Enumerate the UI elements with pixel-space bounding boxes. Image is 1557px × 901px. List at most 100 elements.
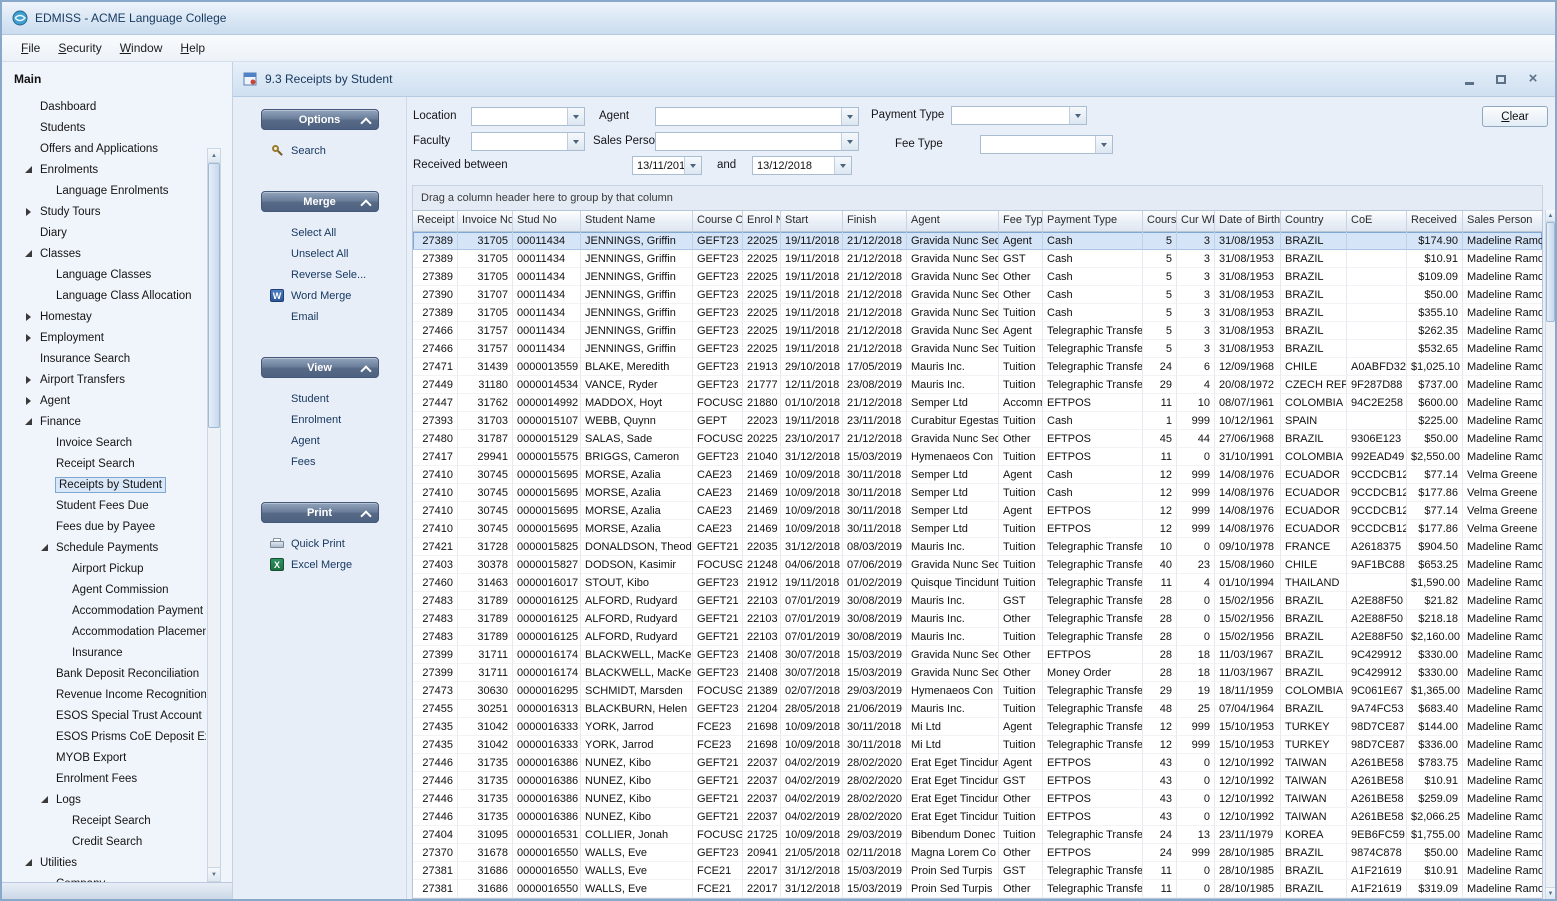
table-row[interactable]: 27473306300000016295SCHMIDT, MarsdenFOCU…: [413, 682, 1542, 700]
sales-person-dropdown-button[interactable]: [841, 133, 858, 150]
sidebar-item-insurance[interactable]: Insurance: [2, 642, 206, 663]
group-header-print[interactable]: Print: [261, 502, 379, 523]
sidebar-item-students[interactable]: Students: [2, 117, 206, 138]
agent-dropdown-button[interactable]: [841, 108, 858, 125]
table-row[interactable]: 27449311800000014534VANCE, RyderGEFT2321…: [413, 376, 1542, 394]
sidebar-item-myob-export[interactable]: MYOB Export: [2, 747, 206, 768]
sidebar-item-invoice-search[interactable]: Invoice Search: [2, 432, 206, 453]
table-row[interactable]: 27483317890000016125ALFORD, RudyardGEFT2…: [413, 628, 1542, 646]
panel-item-search[interactable]: Search: [233, 140, 406, 161]
table-row[interactable]: 27483317890000016125ALFORD, RudyardGEFT2…: [413, 610, 1542, 628]
scroll-thumb[interactable]: [208, 163, 220, 428]
sidebar-item-language-class-allocation[interactable]: Language Class Allocation: [2, 285, 206, 306]
sidebar-item-finance[interactable]: Finance: [2, 411, 206, 432]
grid-scrollbar[interactable]: ▲ ▼: [1545, 210, 1555, 899]
table-row[interactable]: 27410307450000015695MORSE, AzaliaCAE2321…: [413, 466, 1542, 484]
sidebar-item-schedule-payments[interactable]: Schedule Payments: [2, 537, 206, 558]
table-row[interactable]: 27471314390000013559BLAKE, MeredithGEFT2…: [413, 358, 1542, 376]
faculty-dropdown-button[interactable]: [567, 133, 584, 150]
sidebar-item-homestay[interactable]: Homestay: [2, 306, 206, 327]
panel-item-reverse-sele[interactable]: Reverse Sele...: [233, 264, 406, 285]
panel-item-student[interactable]: Student: [233, 388, 406, 409]
date-to-field[interactable]: 13/12/2018: [752, 156, 852, 175]
sidebar-item-student-fees-due[interactable]: Student Fees Due: [2, 495, 206, 516]
table-row[interactable]: 27480317870000015129SALAS, SadeFOCUSGEN2…: [413, 430, 1542, 448]
agent-select[interactable]: [655, 107, 859, 126]
clear-button[interactable]: Clear: [1482, 106, 1548, 127]
column-header-sales-person[interactable]: Sales Person: [1463, 211, 1543, 231]
table-row[interactable]: 27460314630000016017STOUT, KiboGEFT23219…: [413, 574, 1542, 592]
payment-type-dropdown-button[interactable]: [1069, 107, 1086, 124]
date-from-field[interactable]: 13/11/2018: [632, 156, 702, 175]
sidebar-item-accommodation-placement[interactable]: Accommodation Placement: [2, 621, 206, 642]
sidebar-item-study-tours[interactable]: Study Tours: [2, 201, 206, 222]
table-row[interactable]: 27446317350000016386NUNEZ, KiboGEFT21220…: [413, 772, 1542, 790]
panel-item-select-all[interactable]: Select All: [233, 222, 406, 243]
scroll-down-button[interactable]: ▼: [1546, 887, 1555, 899]
menu-item-window[interactable]: Window: [111, 38, 172, 58]
table-row[interactable]: 27410307450000015695MORSE, AzaliaCAE2321…: [413, 520, 1542, 538]
table-row[interactable]: 27417299410000015575BRIGGS, CameronGEFT2…: [413, 448, 1542, 466]
date-from-dropdown-button[interactable]: [684, 157, 701, 174]
panel-item-enrolment[interactable]: Enrolment: [233, 409, 406, 430]
expand-arrow-icon[interactable]: [22, 394, 36, 407]
sidebar-item-enrolments[interactable]: Enrolments: [2, 159, 206, 180]
table-row[interactable]: 273893170500011434JENNINGS, GriffinGEFT2…: [413, 268, 1542, 286]
minimize-button[interactable]: [1459, 71, 1479, 87]
column-header-fee-type[interactable]: Fee Type: [999, 211, 1043, 231]
table-row[interactable]: 27381316860000016550WALLS, EveFCE2122017…: [413, 880, 1542, 898]
sidebar-item-accommodation-payment[interactable]: Accommodation Payment: [2, 600, 206, 621]
column-header-agent[interactable]: Agent: [907, 211, 999, 231]
sidebar-item-language-classes[interactable]: Language Classes: [2, 264, 206, 285]
restore-button[interactable]: [1491, 71, 1511, 87]
faculty-select[interactable]: [471, 132, 585, 151]
table-row[interactable]: 27399317110000016174BLACKWELL, MacKenzie…: [413, 646, 1542, 664]
sidebar-item-airport-transfers[interactable]: Airport Transfers: [2, 369, 206, 390]
table-row[interactable]: 274663175700011434JENNINGS, GriffinGEFT2…: [413, 340, 1542, 358]
group-header-merge[interactable]: Merge: [261, 191, 379, 212]
sidebar-item-receipt-search[interactable]: Receipt Search: [2, 810, 206, 831]
sidebar-item-employment[interactable]: Employment: [2, 327, 206, 348]
column-header-start[interactable]: Start: [781, 211, 843, 231]
sidebar-item-enrolment-fees[interactable]: Enrolment Fees: [2, 768, 206, 789]
sidebar-item-diary[interactable]: Diary: [2, 222, 206, 243]
group-by-bar[interactable]: Drag a column header here to group by th…: [412, 185, 1543, 210]
table-row[interactable]: 273893170500011434JENNINGS, GriffinGEFT2…: [413, 232, 1542, 250]
panel-item-unselect-all[interactable]: Unselect All: [233, 243, 406, 264]
table-row[interactable]: 27421317280000015825DONALDSON, TheodoreG…: [413, 538, 1542, 556]
sidebar-item-fees-due-by-payee[interactable]: Fees due by Payee: [2, 516, 206, 537]
table-row[interactable]: 27435310420000016333YORK, JarrodFCE23216…: [413, 736, 1542, 754]
panel-item-excel-merge[interactable]: XExcel Merge: [233, 554, 406, 575]
sidebar-item-agent-commission[interactable]: Agent Commission: [2, 579, 206, 600]
collapse-arrow-icon[interactable]: [38, 541, 52, 554]
table-row[interactable]: 27381316860000016550WALLS, EveFCE2122017…: [413, 862, 1542, 880]
sidebar-item-language-enrolments[interactable]: Language Enrolments: [2, 180, 206, 201]
collapse-arrow-icon[interactable]: [22, 247, 36, 260]
table-row[interactable]: 27393317030000015107WEBB, QuynnGEPT22023…: [413, 412, 1542, 430]
column-header-payment-type[interactable]: Payment Type: [1043, 211, 1143, 231]
column-header-invoice-no[interactable]: Invoice No: [458, 211, 513, 231]
scroll-down-button[interactable]: ▼: [208, 867, 220, 881]
sidebar-item-insurance-search[interactable]: Insurance Search: [2, 348, 206, 369]
table-row[interactable]: 27483317890000016125ALFORD, RudyardGEFT2…: [413, 592, 1542, 610]
table-row[interactable]: 27404310950000016531COLLIER, JonahFOCUSG…: [413, 826, 1542, 844]
table-row[interactable]: 273903170700011434JENNINGS, GriffinGEFT2…: [413, 286, 1542, 304]
sidebar-item-utilities[interactable]: Utilities: [2, 852, 206, 873]
column-header-country[interactable]: Country: [1281, 211, 1347, 231]
sidebar-item-dashboard[interactable]: Dashboard: [2, 96, 206, 117]
table-row[interactable]: 27370316780000016550WALLS, EveGEFT232094…: [413, 844, 1542, 862]
sidebar-item-classes[interactable]: Classes: [2, 243, 206, 264]
scroll-up-button[interactable]: ▲: [208, 149, 220, 163]
table-row[interactable]: 274663175700011434JENNINGS, GriffinGEFT2…: [413, 322, 1542, 340]
panel-item-fees[interactable]: Fees: [233, 451, 406, 472]
table-row[interactable]: 27403303780000015827DODSON, KasimirFOCUS…: [413, 556, 1542, 574]
collapse-arrow-icon[interactable]: [22, 163, 36, 176]
expand-arrow-icon[interactable]: [22, 331, 36, 344]
table-row[interactable]: 27446317350000016386NUNEZ, KiboGEFT21220…: [413, 790, 1542, 808]
table-row[interactable]: 27399317110000016174BLACKWELL, MacKenzie…: [413, 664, 1542, 682]
column-header-course[interactable]: Course: [1143, 211, 1177, 231]
sidebar-item-esos-special-trust-account[interactable]: ESOS Special Trust Account: [2, 705, 206, 726]
table-row[interactable]: 273893170500011434JENNINGS, GriffinGEFT2…: [413, 250, 1542, 268]
sidebar-item-esos-prisms-coe-deposit-export[interactable]: ESOS Prisms CoE Deposit Export: [2, 726, 206, 747]
sidebar-item-logs[interactable]: Logs: [2, 789, 206, 810]
